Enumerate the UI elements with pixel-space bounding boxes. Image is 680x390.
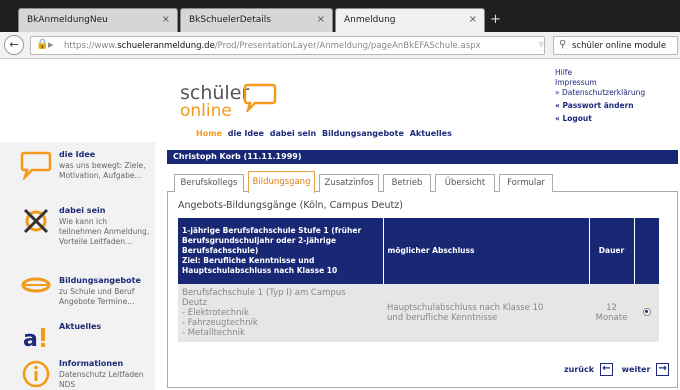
- back-arrow-icon[interactable]: ←: [4, 35, 24, 55]
- browser-tab-strip: BkAnmeldungNeu × BkSchuelerDetails × Anm…: [0, 0, 680, 32]
- tab-berufskollegs[interactable]: Berufskollegs: [174, 174, 244, 192]
- logout-link[interactable]: « Logout: [555, 114, 645, 124]
- arrow-right-icon[interactable]: →: [656, 363, 670, 376]
- info-circle-icon: [22, 360, 50, 388]
- tab-betrieb[interactable]: Betrieb: [383, 174, 431, 192]
- sidebar-item-title: die Idee: [59, 150, 96, 159]
- a-exclamation-icon: a: [23, 327, 45, 352]
- nav-home[interactable]: Home: [196, 129, 222, 138]
- dropdown-icon[interactable]: ▿: [539, 40, 544, 50]
- new-tab-button[interactable]: +: [490, 12, 501, 27]
- user-bar: Christoph Korb (11.11.1999): [167, 150, 678, 164]
- close-icon[interactable]: ×: [317, 14, 325, 25]
- change-password-link[interactable]: « Passwort ändern: [555, 101, 645, 111]
- top-links: Hilfe Impressum » Datenschutzerklärung «…: [555, 68, 645, 124]
- nav-angebote[interactable]: Bildungsangebote: [322, 129, 404, 138]
- tab-bildungsgang[interactable]: Bildungsgang: [248, 171, 315, 193]
- tab-zusatzinfos[interactable]: Zusatzinfos: [319, 174, 379, 192]
- browser-navigation-bar: ← 🔒 ▸ https://www.schueleranmeldung.de/P…: [0, 32, 680, 59]
- form-tabs: Berufskollegs Bildungsgang Zusatzinfos B…: [167, 170, 678, 193]
- course-name-cell: Berufsfachschule 1 (Typ I) am Campus Deu…: [178, 284, 383, 342]
- url-text: https://www.schueleranmeldung.de/Prod/Pr…: [64, 41, 481, 51]
- close-icon[interactable]: ×: [162, 14, 170, 25]
- privacy-link[interactable]: » Datenschutzerklärung: [555, 88, 645, 98]
- nav-aktuelles[interactable]: Aktuelles: [410, 129, 452, 138]
- tab-formular[interactable]: Formular: [499, 174, 553, 192]
- browser-tab-label: BkAnmeldungNeu: [27, 15, 108, 25]
- back-link[interactable]: zurück: [564, 365, 594, 374]
- help-link[interactable]: Hilfe: [555, 68, 645, 78]
- sidebar-item-title: Bildungsangebote: [59, 276, 141, 285]
- browser-tab[interactable]: BkSchuelerDetails ×: [180, 8, 333, 32]
- browser-tab-label: Anmeldung: [344, 15, 396, 25]
- sidebar-item-title: Aktuelles: [59, 322, 102, 331]
- select-cell: [634, 284, 659, 342]
- course-radio[interactable]: [642, 307, 651, 316]
- bildungsgang-panel: Angebots-Bildungsgänge (Köln, Campus Deu…: [167, 192, 678, 388]
- info-icon[interactable]: ▸: [48, 38, 54, 51]
- arrow-left-icon[interactable]: ←: [599, 363, 613, 376]
- sidebar-item-desc: Datenschutz Leitfaden NDS: [59, 370, 144, 389]
- lock-icon: 🔒: [36, 39, 49, 50]
- table-row[interactable]: Berufsfachschule 1 (Typ I) am Campus Deu…: [178, 284, 659, 342]
- crossed-circle-icon: [23, 208, 49, 234]
- close-icon[interactable]: ×: [469, 14, 477, 25]
- table-header-abschluss: möglicher Abschluss: [383, 218, 590, 284]
- next-link[interactable]: weiter: [622, 365, 651, 374]
- table-header-dauer: Dauer: [589, 218, 635, 284]
- sidebar: die Idee was uns bewegt: Ziele, Motivati…: [0, 142, 155, 390]
- sidebar-item-desc: Wie kann ich teilnehmen Anmeldung, Vorte…: [59, 217, 150, 246]
- sidebar-item-desc: zu Schule und Beruf Angebote Termine...: [59, 287, 135, 306]
- logo-text-online[interactable]: online: [180, 101, 232, 121]
- abschluss-cell: Hauptschulabschluss nach Klasse 10 und b…: [383, 284, 589, 342]
- sidebar-item-desc: was uns bewegt: Ziele, Motivation, Aufga…: [59, 161, 146, 180]
- dauer-cell: 12 Monate: [589, 284, 634, 342]
- sidebar-item-title: dabei sein: [59, 206, 106, 215]
- logo-bubble-icon: [243, 83, 277, 112]
- search-query: schüler online module: [572, 41, 667, 51]
- orange-lens-icon: [21, 277, 51, 293]
- table-header-row: 1-jährige Berufsfachschule Stufe 1 (früh…: [178, 218, 659, 284]
- browser-tab-label: BkSchuelerDetails: [189, 15, 271, 25]
- main-navigation: Home die Idee dabei sein Bildungsangebot…: [196, 129, 455, 138]
- nav-dabei[interactable]: dabei sein: [270, 129, 316, 138]
- table-header-select: [634, 218, 659, 284]
- sidebar-item-title: Informationen: [59, 359, 124, 368]
- bildungsgang-table: 1-jährige Berufsfachschule Stufe 1 (früh…: [178, 218, 659, 342]
- impressum-link[interactable]: Impressum: [555, 78, 645, 88]
- svg-text:a: a: [23, 327, 38, 352]
- pager: zurück ← weiter →: [564, 363, 675, 376]
- speech-bubble-icon: [20, 151, 52, 180]
- browser-tab-active[interactable]: Anmeldung ×: [335, 8, 485, 32]
- search-bar[interactable]: ⚲ schüler online module: [553, 36, 678, 55]
- tab-uebersicht[interactable]: Übersicht: [435, 174, 495, 192]
- panel-title: Angebots-Bildungsgänge (Köln, Campus Deu…: [178, 200, 403, 211]
- browser-tab[interactable]: BkAnmeldungNeu ×: [18, 8, 178, 32]
- search-icon: ⚲: [559, 39, 567, 50]
- nav-idee[interactable]: die Idee: [228, 129, 264, 138]
- table-header-course: 1-jährige Berufsfachschule Stufe 1 (früh…: [178, 218, 384, 284]
- address-bar[interactable]: 🔒 ▸ https://www.schueleranmeldung.de/Pro…: [30, 36, 565, 55]
